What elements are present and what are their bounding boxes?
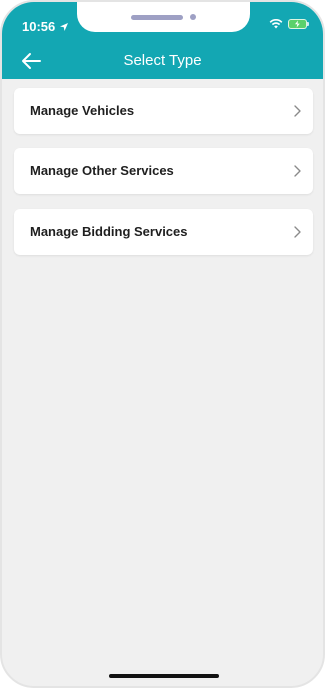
- home-indicator[interactable]: [109, 674, 219, 678]
- wifi-icon: [269, 19, 283, 29]
- app-header: 10:56 Select Type: [2, 2, 323, 79]
- device-notch: [77, 2, 250, 32]
- phone-frame: 10:56 Select Type Manage Vehicles Manage…: [0, 0, 325, 688]
- chevron-right-icon: [294, 105, 301, 117]
- manage-bidding-services-option[interactable]: Manage Bidding Services: [14, 209, 313, 255]
- manage-vehicles-option[interactable]: Manage Vehicles: [14, 88, 313, 134]
- manage-other-services-label: Manage Other Services: [30, 163, 174, 178]
- manage-bidding-services-label: Manage Bidding Services: [30, 224, 188, 239]
- manage-vehicles-label: Manage Vehicles: [30, 103, 135, 118]
- battery-charging-icon: [288, 19, 309, 29]
- chevron-right-icon: [294, 165, 301, 177]
- status-time-text: 10:56: [22, 19, 56, 34]
- chevron-right-icon: [294, 226, 301, 238]
- page-title: Select Type: [123, 52, 202, 69]
- status-icons: [269, 19, 309, 29]
- front-camera: [190, 14, 196, 20]
- manage-other-services-option[interactable]: Manage Other Services: [14, 148, 313, 194]
- speaker-grille: [131, 15, 183, 20]
- location-arrow-icon: [60, 22, 69, 31]
- status-time: 10:56: [22, 19, 69, 34]
